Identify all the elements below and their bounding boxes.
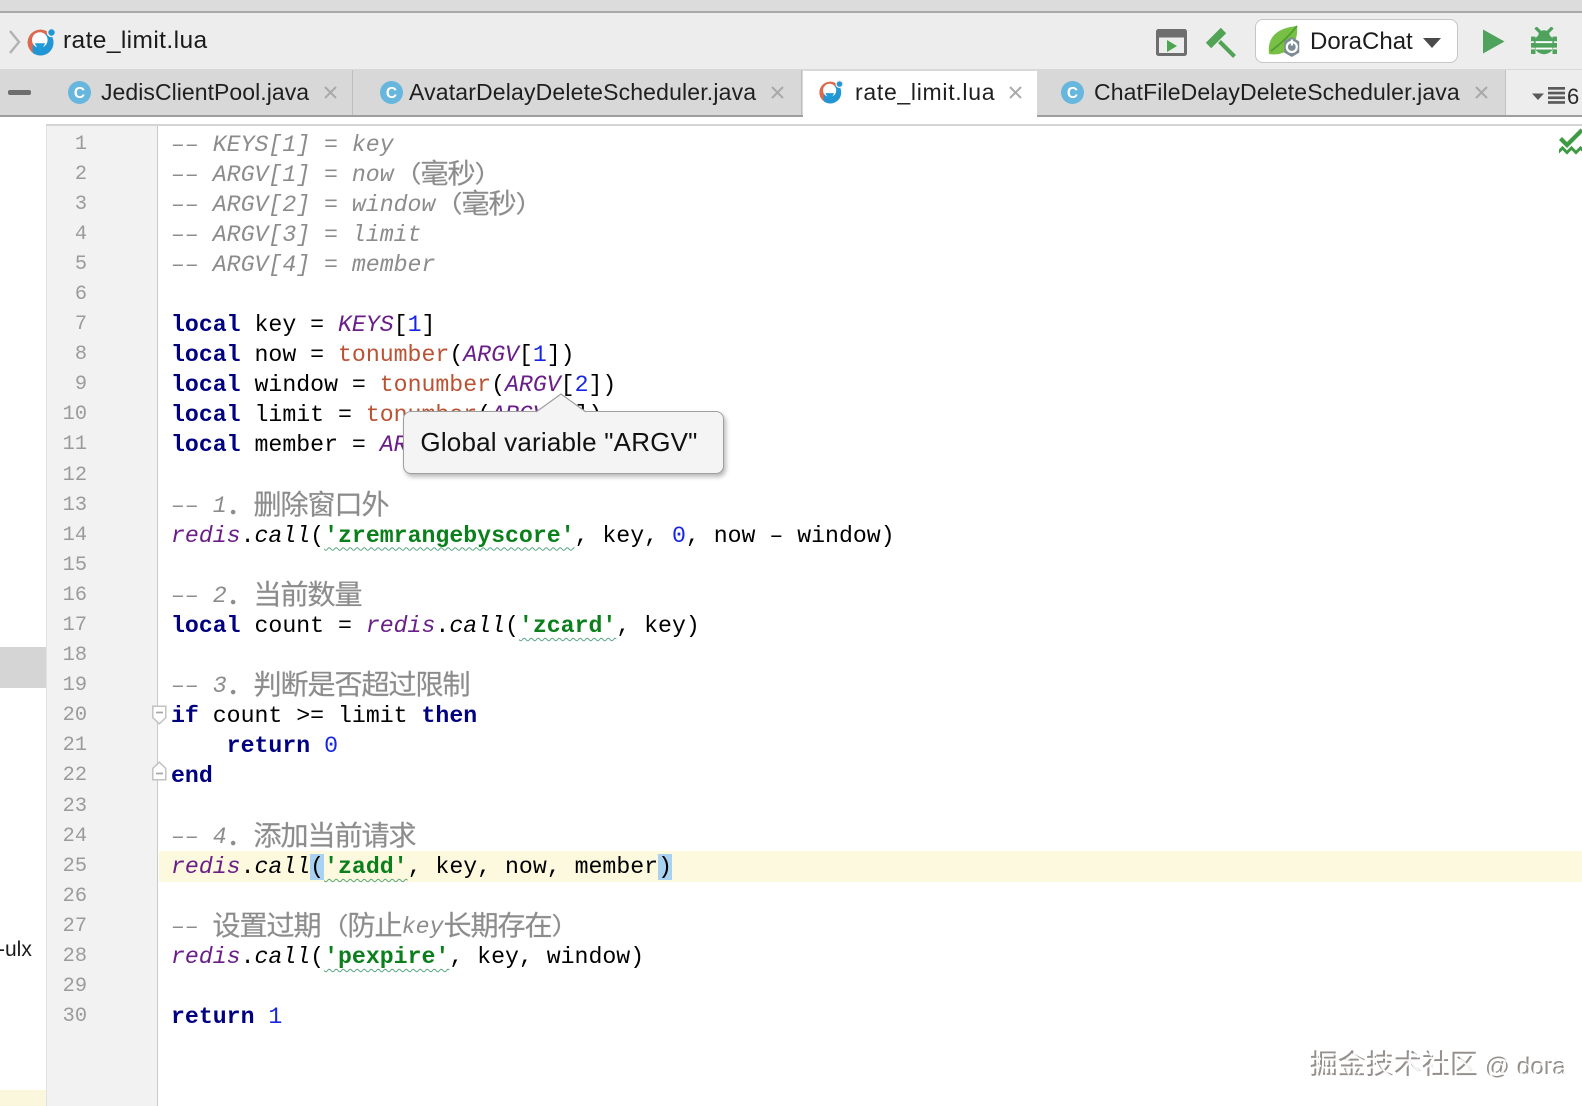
svg-text:C: C: [386, 85, 397, 102]
svg-text:C: C: [1067, 85, 1078, 102]
svg-text:C: C: [74, 85, 85, 102]
svg-text:@ dora: @ dora: [1487, 1055, 1568, 1082]
